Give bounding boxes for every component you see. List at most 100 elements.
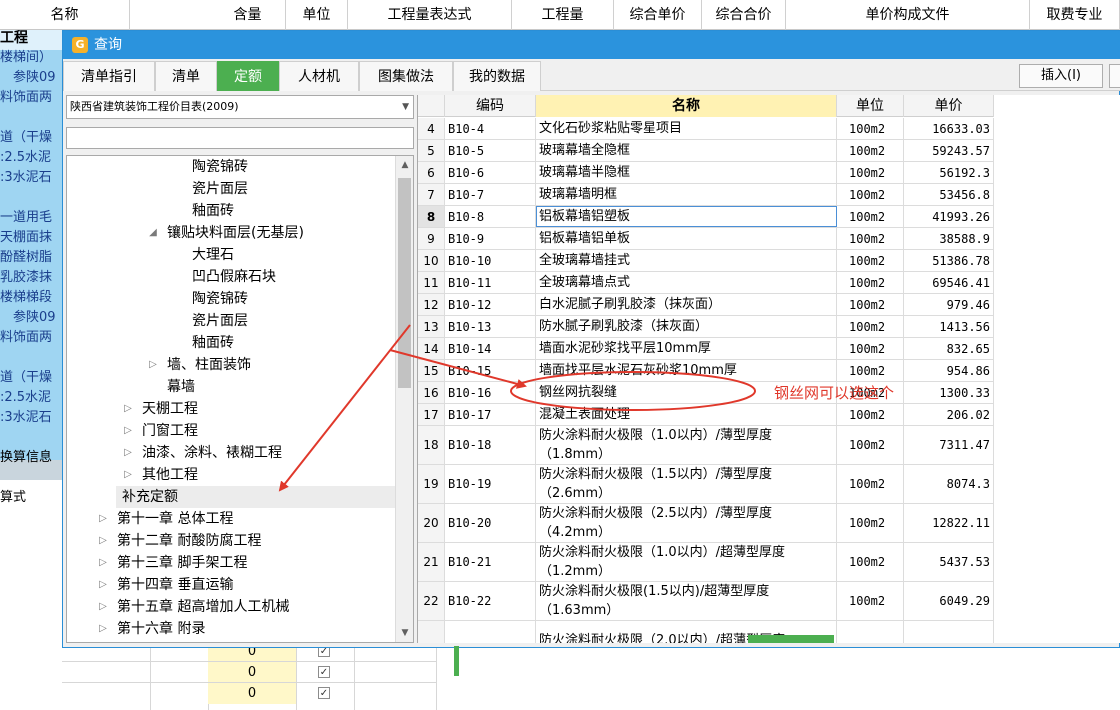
tree-item[interactable]: ◢ 镶贴块料面层(无基层) <box>67 222 397 244</box>
tab[interactable]: 清单 <box>155 61 217 91</box>
tab[interactable]: 我的数据 <box>453 61 541 91</box>
price-cell: 59243.57 <box>904 140 994 161</box>
tree-item[interactable]: ▷ 第十六章 附录 <box>67 618 397 640</box>
tree-item[interactable]: 幕墙 <box>67 376 397 398</box>
unit-cell: 100m2 <box>837 294 904 315</box>
background-bottom-area <box>0 480 62 710</box>
expand-icon[interactable]: ▷ <box>97 530 109 552</box>
background-column-header[interactable]: 工程量 <box>512 0 614 30</box>
tree-scroll-thumb[interactable] <box>398 178 411 388</box>
table-scroll-thumb[interactable] <box>748 635 834 643</box>
collapse-icon[interactable]: ◢ <box>147 222 159 244</box>
background-column-header[interactable]: 名称 <box>0 0 130 30</box>
scroll-up-icon[interactable]: ▲ <box>396 156 413 174</box>
row-number: 16 <box>418 382 445 403</box>
expand-icon[interactable]: ▷ <box>122 464 134 486</box>
row-number: 19 <box>418 465 445 503</box>
unit-cell: 100m2 <box>837 228 904 249</box>
header-name[interactable]: 名称 <box>536 95 837 117</box>
code-cell: B10-19 <box>445 465 536 503</box>
row-number: 10 <box>418 250 445 271</box>
expand-icon[interactable]: ▷ <box>122 420 134 442</box>
tab[interactable]: 人材机 <box>279 61 359 91</box>
tree-item[interactable]: ▷ 其他工程 <box>67 464 397 486</box>
tree-item[interactable]: 釉面砖 <box>67 200 397 222</box>
search-input[interactable] <box>66 127 414 149</box>
background-column-header[interactable]: 综合合价 <box>702 0 786 30</box>
background-column-header[interactable]: 含量 <box>210 0 286 30</box>
unit-cell: 100m2 <box>837 206 904 227</box>
tree-item[interactable]: ▷ 门窗工程 <box>67 420 397 442</box>
expand-icon[interactable]: ▷ <box>97 508 109 530</box>
tab[interactable]: 清单指引 <box>63 61 155 91</box>
header-code[interactable]: 编码 <box>445 95 536 117</box>
code-cell: B10-18 <box>445 426 536 464</box>
library-select[interactable]: 陕西省建筑装饰工程价目表(2009) ▼ <box>66 95 414 119</box>
row-number: 18 <box>418 426 445 464</box>
background-column-header[interactable]: 综合单价 <box>614 0 702 30</box>
expand-icon[interactable]: ▷ <box>122 442 134 464</box>
tree-item[interactable]: ▷ 天棚工程 <box>67 398 397 420</box>
code-cell: B10-6 <box>445 162 536 183</box>
background-column-header[interactable]: 单位 <box>286 0 348 30</box>
tree-item[interactable]: 瓷片面层 <box>67 178 397 200</box>
tree-item-label: 油漆、涂料、裱糊工程 <box>142 445 282 461</box>
header-price[interactable]: 单价 <box>904 95 994 117</box>
code-cell: B10-22 <box>445 582 536 620</box>
tree-item-label: 门窗工程 <box>142 423 198 439</box>
row-number: 21 <box>418 543 445 581</box>
tree-item[interactable]: 陶瓷锦砖 <box>67 156 397 178</box>
row-number <box>418 621 445 643</box>
tree-item[interactable]: 瓷片面层 <box>67 310 397 332</box>
tree-item[interactable]: 釉面砖 <box>67 332 397 354</box>
header-unit[interactable]: 单位 <box>837 95 904 117</box>
expand-icon[interactable]: ▷ <box>122 398 134 420</box>
unit-cell: 100m2 <box>837 140 904 161</box>
insert-button[interactable]: 插入(I) <box>1019 64 1103 88</box>
price-cell: 41993.26 <box>904 206 994 227</box>
background-quantity-cell[interactable]: 0 <box>208 662 296 683</box>
tree-item-label: 补充定额 <box>122 489 178 505</box>
checkbox-icon[interactable]: ✓ <box>318 666 330 678</box>
tree-item[interactable]: ▷ 油漆、涂料、裱糊工程 <box>67 442 397 464</box>
tree-item[interactable]: ▷ 第十一章 总体工程 <box>67 508 397 530</box>
expand-icon[interactable]: ▷ <box>97 574 109 596</box>
background-left-text: 料饰面两 <box>0 90 53 105</box>
dialog-title-bar[interactable]: G 查询 <box>63 31 1120 59</box>
scroll-down-icon[interactable]: ▼ <box>396 624 413 642</box>
dialog-title: 查询 <box>94 37 122 53</box>
tree-item[interactable]: ▷ 墙、柱面装饰 <box>67 354 397 376</box>
extra-button[interactable] <box>1109 64 1120 88</box>
price-cell: 979.46 <box>904 294 994 315</box>
price-cell: 5437.53 <box>904 543 994 581</box>
tree-item[interactable]: ▷ 第十三章 脚手架工程 <box>67 552 397 574</box>
expand-icon[interactable]: ▷ <box>147 354 159 376</box>
name-cell: 文化石砂浆粘贴零星项目 <box>536 118 837 139</box>
expand-icon[interactable]: ▷ <box>97 596 109 618</box>
background-column-header[interactable]: 取费专业 <box>1030 0 1120 30</box>
background-quantity-cell[interactable]: 0 <box>208 683 296 704</box>
tree-item[interactable]: ▷ 第十四章 垂直运输 <box>67 574 397 596</box>
row-number: 15 <box>418 360 445 381</box>
tree-item-label: 幕墙 <box>167 379 195 395</box>
checkbox-icon[interactable]: ✓ <box>318 687 330 699</box>
background-column-header[interactable]: 单价构成文件 <box>786 0 1030 30</box>
tree-item[interactable]: ▷ 第十二章 耐酸防腐工程 <box>67 530 397 552</box>
unit-cell: 100m2 <box>837 316 904 337</box>
tab[interactable]: 图集做法 <box>359 61 453 91</box>
tree-item[interactable]: 大理石 <box>67 244 397 266</box>
tree-item[interactable]: 凹凸假麻石块 <box>67 266 397 288</box>
background-grid-header: 名称 含量 单位 工程量表达式 工程量 综合单价 综合合价 单价构成文件 取费专业 <box>0 0 1120 30</box>
row-number: 17 <box>418 404 445 425</box>
expand-icon[interactable]: ▷ <box>97 552 109 574</box>
tree-scrollbar[interactable]: ▲ ▼ <box>395 156 413 642</box>
tree-item-label: 第十五章 超高增加人工机械 <box>117 599 290 615</box>
background-left-text: 工程 <box>0 30 28 46</box>
price-cell: 51386.78 <box>904 250 994 271</box>
background-column-header[interactable]: 工程量表达式 <box>348 0 512 30</box>
tab[interactable]: 定额 <box>217 61 279 91</box>
tree-item[interactable]: 陶瓷锦砖 <box>67 288 397 310</box>
tree-item[interactable]: 补充定额 <box>116 486 397 508</box>
tree-item[interactable]: ▷ 第十五章 超高增加人工机械 <box>67 596 397 618</box>
expand-icon[interactable]: ▷ <box>97 618 109 640</box>
